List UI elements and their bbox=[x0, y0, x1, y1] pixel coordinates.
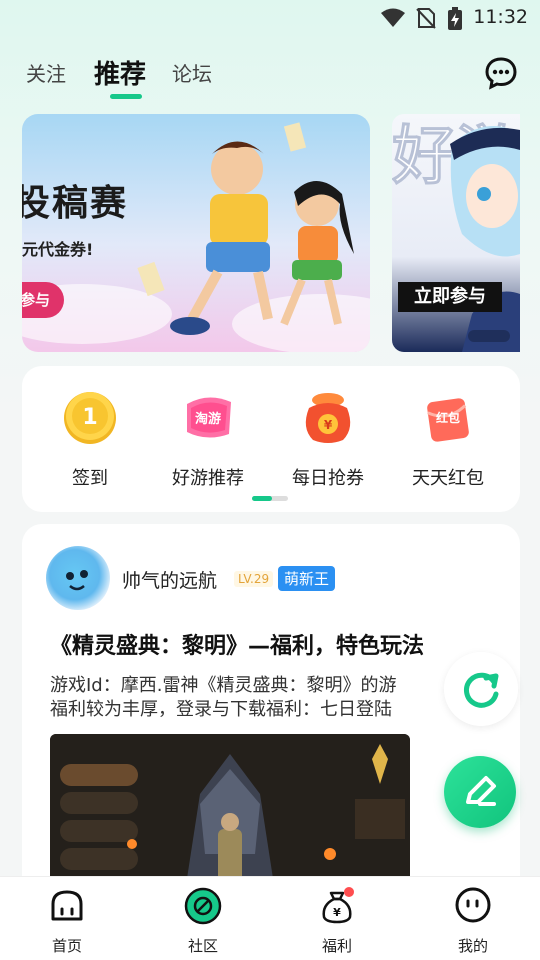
quick-action-redpacket[interactable]: 红包 天天红包 bbox=[388, 388, 508, 490]
banner-join-now-button[interactable]: 立即参与 bbox=[398, 282, 502, 312]
quick-action-coupon[interactable]: ¥ 每日抢券 bbox=[268, 388, 388, 490]
bottom-navigation: 首页 社区 ¥ 福利 我的 bbox=[0, 876, 540, 960]
svg-text:1: 1 bbox=[82, 405, 97, 430]
no-sim-icon bbox=[416, 8, 436, 29]
wifi-icon bbox=[381, 8, 405, 27]
refresh-button[interactable] bbox=[444, 652, 518, 726]
chat-bubble-icon[interactable] bbox=[484, 56, 518, 90]
haoyou-badge-icon: 淘游 bbox=[187, 397, 231, 438]
quick-action-label: 天天红包 bbox=[412, 468, 484, 489]
compose-post-button[interactable] bbox=[444, 756, 516, 828]
post-author[interactable]: 帅气的远航 bbox=[122, 566, 217, 593]
nav-welfare[interactable]: ¥ 福利 bbox=[297, 887, 377, 956]
svg-text:¥: ¥ bbox=[333, 906, 341, 919]
anime-girl-illustration bbox=[450, 126, 520, 352]
user-title-badge: 萌新王 bbox=[278, 566, 336, 591]
pencil-icon bbox=[466, 776, 496, 806]
status-bar: 11:32 bbox=[0, 0, 540, 36]
community-icon bbox=[184, 887, 222, 925]
svg-text:红包: 红包 bbox=[436, 410, 460, 425]
quick-action-recommend[interactable]: 淘游 好游推荐 bbox=[148, 388, 268, 490]
post-body[interactable]: 游戏Id：摩西.雷神《精灵盛典：黎明》的游 福利较为丰厚，登录与下载福利：七日登… bbox=[50, 674, 470, 726]
top-tab-bar: 关注 推荐 论坛 bbox=[0, 48, 540, 104]
tab-forum[interactable]: 论坛 bbox=[172, 58, 212, 87]
avatar-face-icon bbox=[66, 570, 88, 591]
lucky-bag-icon: ¥ bbox=[305, 393, 351, 443]
profile-face-icon bbox=[455, 887, 491, 923]
nav-label: 社区 bbox=[187, 937, 218, 955]
welfare-bag-icon: ¥ bbox=[322, 887, 354, 924]
tab-following[interactable]: 关注 bbox=[26, 58, 66, 87]
quick-actions-card: 1 签到 淘游 好游推荐 ¥ 每日抢券 红包 天天红包 bbox=[22, 366, 520, 512]
quick-actions-page-indicator bbox=[252, 496, 288, 501]
nav-label: 福利 bbox=[321, 937, 352, 955]
quick-action-label: 好游推荐 bbox=[172, 468, 244, 489]
red-packet-icon: 红包 bbox=[427, 398, 469, 442]
quick-action-checkin[interactable]: 1 签到 bbox=[30, 388, 150, 490]
user-level-badge: LV.29 bbox=[234, 571, 274, 587]
tab-recommended[interactable]: 推荐 bbox=[94, 54, 146, 91]
banner-subtitle: 元代金券! bbox=[22, 240, 94, 259]
quick-action-label: 每日抢券 bbox=[292, 468, 364, 489]
svg-text:¥: ¥ bbox=[324, 418, 333, 432]
banner-join-button[interactable]: 参与 bbox=[22, 282, 64, 318]
avatar[interactable] bbox=[46, 546, 110, 610]
banner-haoyou[interactable]: 好游 立即参与 bbox=[392, 114, 520, 352]
refresh-icon bbox=[463, 672, 499, 708]
tab-active-indicator bbox=[110, 94, 142, 99]
clock: 11:32 bbox=[473, 6, 528, 28]
nav-label: 首页 bbox=[51, 937, 82, 955]
nav-label: 我的 bbox=[457, 937, 488, 955]
svg-text:淘游: 淘游 bbox=[195, 411, 221, 427]
post-title[interactable]: 《精灵盛典：黎明》—福利，特色玩法 bbox=[50, 628, 424, 660]
banner-title: 投稿赛 bbox=[22, 182, 129, 224]
banner-illustration bbox=[22, 122, 370, 352]
gold-coin-icon: 1 bbox=[64, 392, 116, 444]
battery-charging-icon bbox=[448, 7, 462, 30]
carousel-indicator bbox=[468, 330, 510, 342]
nav-profile[interactable]: 我的 bbox=[433, 887, 513, 956]
quick-action-label: 签到 bbox=[72, 468, 108, 489]
banner-contest[interactable]: 投稿赛 元代金券! 参与 bbox=[22, 114, 370, 352]
nav-community[interactable]: 社区 bbox=[163, 887, 243, 956]
home-icon bbox=[51, 890, 83, 921]
nav-home[interactable]: 首页 bbox=[27, 887, 107, 956]
